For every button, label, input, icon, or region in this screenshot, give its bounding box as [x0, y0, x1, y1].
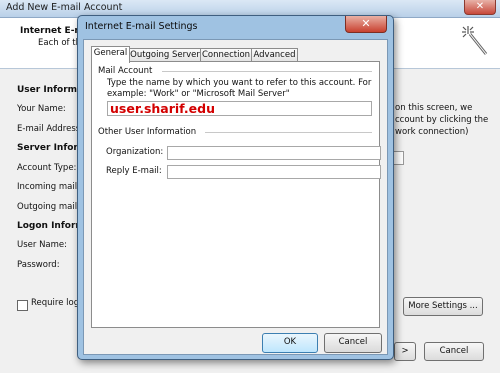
email-address-label: E-mail Address: — [17, 124, 84, 134]
logon-info-section: Logon Inform — [17, 221, 85, 231]
background-cancel-button[interactable]: Cancel — [424, 342, 484, 361]
background-close-button[interactable]: ✕ — [464, 0, 496, 15]
cancel-button[interactable]: Cancel — [324, 333, 382, 353]
mail-account-description: Type the name by which you want to refer… — [107, 78, 372, 99]
right-info-text-2: ccount by clicking the — [395, 115, 489, 125]
more-settings-button[interactable]: More Settings ... — [403, 297, 483, 316]
account-type-label: Account Type: — [17, 163, 77, 173]
tab-connection[interactable]: Connection — [200, 48, 252, 62]
background-window-title: Add New E-mail Account — [6, 2, 123, 13]
general-tab-panel: Mail Account Type the name by which you … — [91, 61, 381, 328]
require-logon-checkbox[interactable] — [17, 300, 28, 311]
mail-account-group-title: Mail Account — [98, 66, 153, 76]
password-label: Password: — [17, 260, 60, 270]
your-name-label: Your Name: — [17, 104, 66, 114]
dialog-close-button[interactable]: ✕ — [345, 16, 387, 33]
dialog-title: Internet E-mail Settings — [85, 21, 198, 32]
wizard-wand-icon — [462, 26, 488, 55]
right-info-text-3: work connection) — [395, 127, 469, 137]
dialog-content: General Outgoing Server Connection Advan… — [83, 39, 388, 355]
organization-input[interactable] — [167, 146, 381, 160]
internet-email-settings-dialog: Internet E-mail Settings ✕ General Outgo… — [77, 15, 394, 360]
username-label: User Name: — [17, 240, 68, 250]
ok-button[interactable]: OK — [262, 333, 318, 353]
reply-email-label: Reply E-mail: — [106, 166, 162, 176]
account-name-input[interactable]: user.sharif.edu — [107, 101, 372, 116]
background-header-title: Internet E-m — [20, 26, 84, 36]
next-button[interactable]: > — [394, 342, 416, 361]
tab-general[interactable]: General — [91, 46, 130, 63]
organization-label: Organization: — [106, 147, 164, 157]
tab-outgoing-server[interactable]: Outgoing Server — [129, 48, 201, 62]
other-info-group-title: Other User Information — [98, 127, 197, 137]
mail-account-divider — [162, 71, 372, 72]
tab-advanced[interactable]: Advanced — [251, 48, 298, 62]
background-header-subtitle: Each of th — [38, 38, 81, 48]
right-info-text-1: on this screen, we — [395, 103, 473, 113]
other-info-divider — [205, 132, 372, 133]
user-info-section: User Informa — [17, 85, 84, 95]
reply-email-input[interactable] — [167, 165, 381, 179]
